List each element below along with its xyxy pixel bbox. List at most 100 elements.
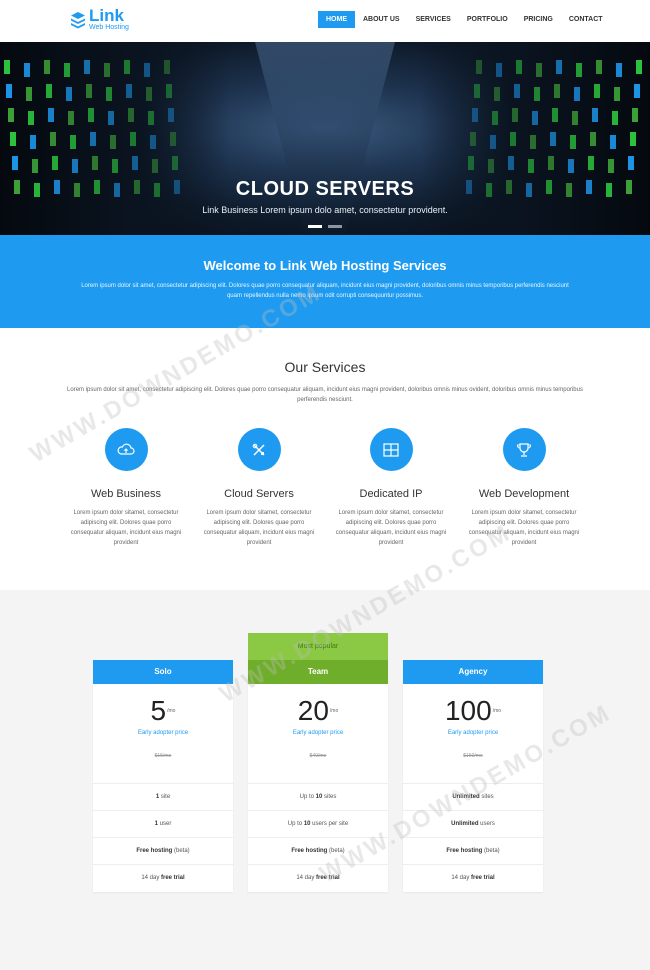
- server-led: [12, 156, 18, 170]
- price-unit: /mo: [492, 708, 502, 714]
- server-led: [512, 108, 518, 122]
- logo[interactable]: Link Web Hosting: [70, 7, 140, 33]
- server-led: [514, 84, 520, 98]
- service-title: Web Development: [478, 488, 570, 500]
- feature-sites: 1 site: [93, 783, 233, 810]
- server-led: [616, 63, 622, 77]
- server-led: [112, 159, 118, 173]
- feature-label: 14 day: [451, 875, 471, 881]
- server-led: [24, 63, 30, 77]
- server-led: [130, 132, 136, 146]
- server-led: [166, 84, 172, 98]
- feature-label: 14 day: [141, 875, 161, 881]
- server-led: [6, 84, 12, 98]
- server-led: [592, 108, 598, 122]
- old-price: $150/mo: [463, 753, 483, 759]
- services-text: Lorem ipsum dolor sit amet, consectetur …: [67, 387, 583, 403]
- feature-value: Free hosting: [136, 848, 173, 854]
- feature-label: 14 day: [296, 875, 316, 881]
- server-led: [608, 159, 614, 173]
- server-led: [64, 63, 70, 77]
- server-led: [66, 87, 72, 101]
- nav-contact[interactable]: CONTACT: [561, 11, 611, 28]
- server-led: [528, 159, 534, 173]
- site-header: Link Web Hosting HOME ABOUT US SERVICES …: [0, 0, 650, 42]
- plan-price: 20/mo: [248, 694, 388, 728]
- server-led: [496, 63, 502, 77]
- feature-trial: 14 day free trial: [248, 864, 388, 891]
- server-led: [568, 159, 574, 173]
- server-led: [574, 87, 580, 101]
- tools-icon[interactable]: [237, 428, 281, 471]
- server-led: [516, 60, 522, 74]
- server-led: [170, 132, 176, 146]
- feature-label: sites: [322, 794, 337, 800]
- server-led: [44, 60, 50, 74]
- early-adopter-link[interactable]: Early adopter price: [93, 730, 233, 736]
- cloud-icon[interactable]: [104, 428, 148, 471]
- server-led: [164, 60, 170, 74]
- feature-users: 1 user: [93, 810, 233, 837]
- server-led: [628, 156, 634, 170]
- server-led: [152, 159, 158, 173]
- nav-portfolio[interactable]: PORTFOLIO: [459, 11, 516, 28]
- server-led: [612, 111, 618, 125]
- most-popular-badge: Most popular: [248, 633, 388, 660]
- server-led: [50, 132, 56, 146]
- server-led: [126, 84, 132, 98]
- price-unit: /mo: [329, 708, 339, 714]
- server-led: [104, 63, 110, 77]
- service-dedicated-ip: Dedicated IP Lorem ipsum dolor sitamet, …: [331, 428, 451, 548]
- nav-pricing[interactable]: PRICING: [516, 11, 561, 28]
- feature-label: (beta): [172, 848, 190, 854]
- server-led: [610, 135, 616, 149]
- server-led: [550, 132, 556, 146]
- server-led: [614, 87, 620, 101]
- early-adopter-link[interactable]: Early adopter price: [403, 730, 543, 736]
- server-led: [110, 135, 116, 149]
- service-cloud-servers: Cloud Servers Lorem ipsum dolor sitamet,…: [199, 428, 319, 548]
- trophy-icon[interactable]: [502, 428, 546, 471]
- server-led: [88, 108, 94, 122]
- feature-value: free trial: [161, 875, 185, 881]
- server-led: [554, 84, 560, 98]
- service-text: Lorem ipsum dolor sitamet, consectetur a…: [335, 510, 447, 546]
- service-title: Cloud Servers: [224, 488, 294, 500]
- server-led: [492, 111, 498, 125]
- nav-services[interactable]: SERVICES: [408, 11, 459, 28]
- service-text: Lorem ipsum dolor sitamet, consectetur a…: [468, 510, 580, 546]
- service-web-business: Web Business Lorem ipsum dolor sitamet, …: [66, 428, 186, 548]
- server-led: [632, 108, 638, 122]
- server-led: [576, 63, 582, 77]
- server-led: [494, 87, 500, 101]
- server-led: [530, 135, 536, 149]
- early-adopter-link[interactable]: Early adopter price: [248, 730, 388, 736]
- service-text: Lorem ipsum dolor sitamet, consectetur a…: [203, 510, 315, 546]
- server-led: [150, 135, 156, 149]
- server-led: [594, 84, 600, 98]
- server-led: [146, 87, 152, 101]
- server-led: [148, 111, 154, 125]
- slider-dot-1[interactable]: [308, 225, 322, 228]
- server-led: [132, 156, 138, 170]
- server-led: [488, 159, 494, 173]
- server-led: [548, 156, 554, 170]
- server-led: [28, 111, 34, 125]
- welcome-title: Welcome to Link Web Hosting Services: [203, 258, 447, 273]
- price-amount: 20: [297, 695, 329, 726]
- server-led: [468, 156, 474, 170]
- feature-hosting: Free hosting (beta): [93, 837, 233, 864]
- nav-about-us[interactable]: ABOUT US: [355, 11, 408, 28]
- grid-icon[interactable]: [369, 428, 413, 471]
- slider-dot-2[interactable]: [328, 225, 342, 228]
- feature-value: Free hosting: [446, 848, 483, 854]
- service-title: Dedicated IP: [359, 488, 423, 500]
- server-led: [552, 108, 558, 122]
- plan-name: Team: [248, 660, 388, 684]
- server-led: [172, 156, 178, 170]
- nav-home[interactable]: HOME: [318, 11, 355, 28]
- server-led: [72, 159, 78, 173]
- server-led: [8, 108, 14, 122]
- server-led: [144, 63, 150, 77]
- feature-prefix: Up to: [287, 821, 304, 827]
